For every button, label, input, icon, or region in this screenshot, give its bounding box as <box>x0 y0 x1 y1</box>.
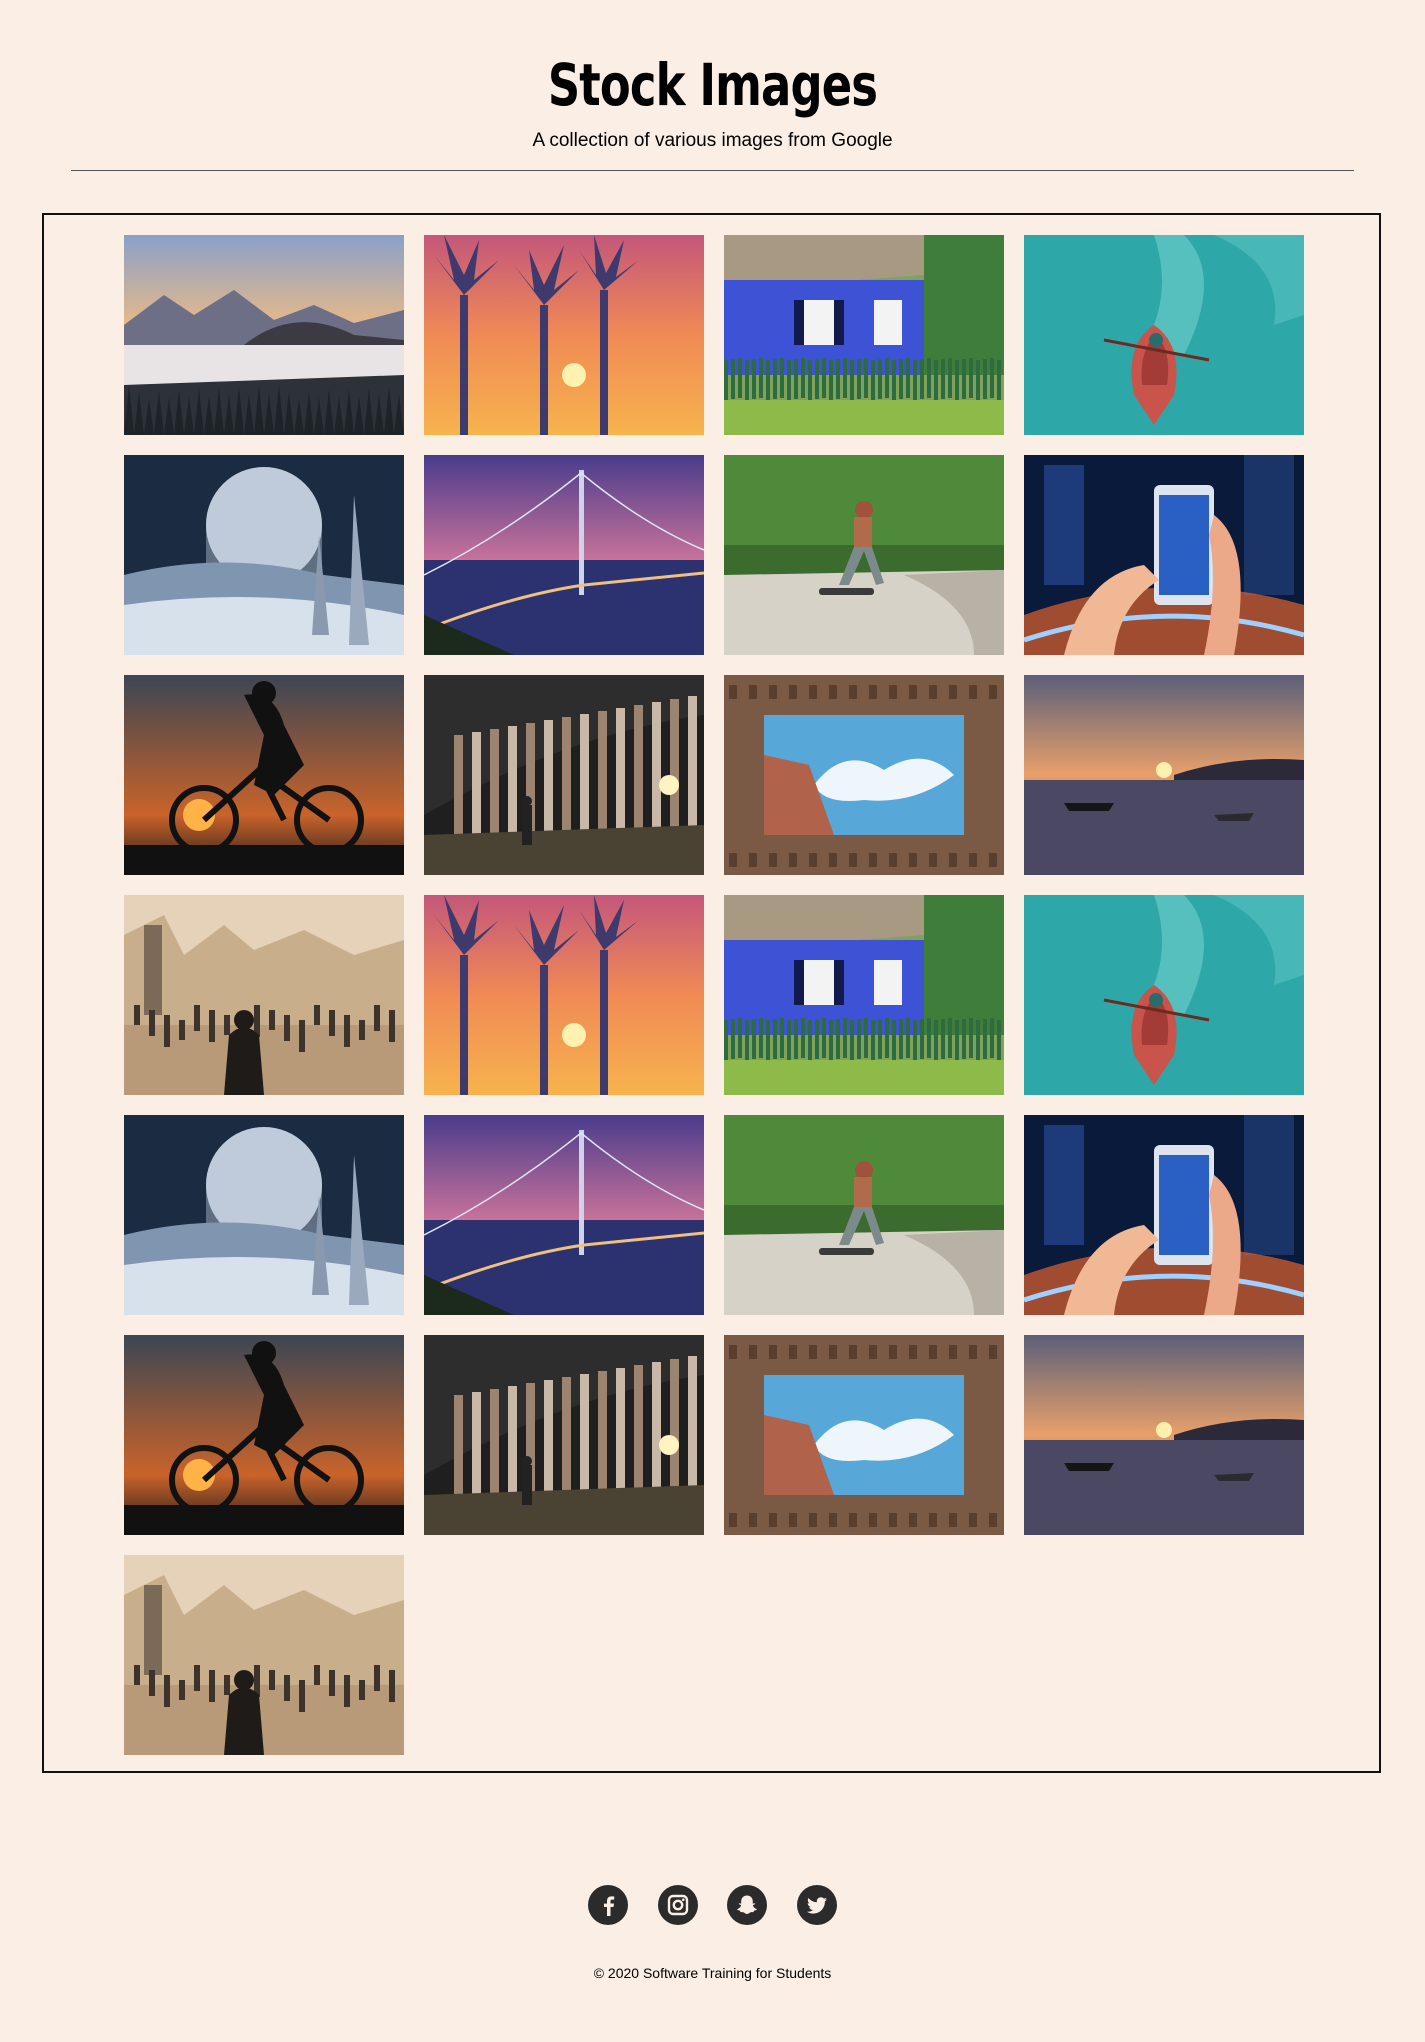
gallery-image-colonnade-person[interactable] <box>424 1335 704 1535</box>
image-thumbnail <box>1024 895 1304 1095</box>
gallery-image-lake-sunset-boats[interactable] <box>1024 1335 1304 1535</box>
gallery-image-smartphone-city-lights[interactable] <box>1024 1115 1304 1315</box>
image-thumbnail <box>1024 675 1304 875</box>
image-thumbnail <box>724 1335 1004 1535</box>
image-thumbnail <box>424 895 704 1095</box>
image-thumbnail <box>724 235 1004 435</box>
gallery-image-skateboarder[interactable] <box>724 455 1004 655</box>
image-thumbnail <box>724 675 1004 875</box>
page-title: Stock Images <box>547 51 878 119</box>
gallery-image-blue-cottage[interactable] <box>724 895 1004 1095</box>
image-thumbnail <box>424 675 704 875</box>
header-divider <box>71 170 1354 171</box>
gallery-image-prague-bridge-morning[interactable] <box>124 1555 404 1755</box>
image-thumbnail <box>124 675 404 875</box>
facebook-icon[interactable] <box>588 1885 628 1925</box>
gallery-image-skateboarder[interactable] <box>724 1115 1004 1315</box>
gallery-image-palm-trees-sunset[interactable] <box>424 895 704 1095</box>
image-thumbnail <box>124 1115 404 1315</box>
gallery-image-moon-fantasy[interactable] <box>124 1115 404 1315</box>
image-thumbnail <box>724 895 1004 1095</box>
snapchat-icon[interactable] <box>727 1885 767 1925</box>
gallery-image-courtyard-sky[interactable] <box>724 1335 1004 1535</box>
gallery-image-smartphone-city-lights[interactable] <box>1024 455 1304 655</box>
image-gallery <box>42 213 1381 1773</box>
image-thumbnail <box>1024 455 1304 655</box>
gallery-image-red-rowboat[interactable] <box>1024 895 1304 1095</box>
image-thumbnail <box>1024 235 1304 435</box>
gallery-image-courtyard-sky[interactable] <box>724 675 1004 875</box>
instagram-icon[interactable] <box>658 1885 698 1925</box>
image-thumbnail <box>124 895 404 1095</box>
gallery-image-blue-cottage[interactable] <box>724 235 1004 435</box>
image-thumbnail <box>724 1115 1004 1315</box>
gallery-image-colonnade-person[interactable] <box>424 675 704 875</box>
image-thumbnail <box>424 1335 704 1535</box>
gallery-image-cyclist-silhouette[interactable] <box>124 1335 404 1535</box>
image-thumbnail <box>424 1115 704 1315</box>
gallery-image-suspension-bridge-dusk[interactable] <box>424 1115 704 1315</box>
footer-copyright: © 2020 Software Training for Students <box>593 1965 832 1981</box>
image-thumbnail <box>124 1555 404 1755</box>
gallery-image-palm-trees-sunset[interactable] <box>424 235 704 435</box>
image-thumbnail <box>1024 1335 1304 1535</box>
image-thumbnail <box>424 235 704 435</box>
gallery-image-misty-mountain-lake[interactable] <box>124 235 404 435</box>
gallery-image-prague-bridge-morning[interactable] <box>124 895 404 1095</box>
image-thumbnail <box>424 455 704 655</box>
gallery-image-lake-sunset-boats[interactable] <box>1024 675 1304 875</box>
image-thumbnail <box>1024 1115 1304 1315</box>
gallery-image-cyclist-silhouette[interactable] <box>124 675 404 875</box>
twitter-icon[interactable] <box>797 1885 837 1925</box>
image-thumbnail <box>124 455 404 655</box>
page-subtitle: A collection of various images from Goog… <box>532 130 893 151</box>
image-thumbnail <box>724 455 1004 655</box>
image-thumbnail <box>124 235 404 435</box>
gallery-image-moon-fantasy[interactable] <box>124 455 404 655</box>
image-thumbnail <box>124 1335 404 1535</box>
gallery-image-red-rowboat[interactable] <box>1024 235 1304 435</box>
gallery-image-suspension-bridge-dusk[interactable] <box>424 455 704 655</box>
social-links <box>0 1885 1425 1925</box>
